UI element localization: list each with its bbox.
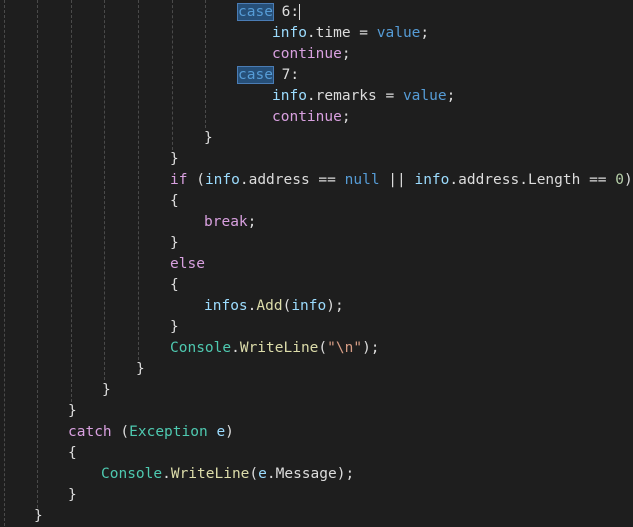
code-token: . <box>231 340 240 356</box>
code-token: continue <box>272 109 342 125</box>
code-token: info <box>272 88 307 104</box>
code-token: else <box>170 256 205 272</box>
code-token: } <box>68 403 77 419</box>
code-token: ( <box>111 424 130 440</box>
code-token: ); <box>362 340 380 356</box>
code-line[interactable]: Console.WriteLine(e.Message); <box>0 464 633 485</box>
code-token: { <box>68 445 77 461</box>
code-editor[interactable]: case 6: info.time = value; continue; case 7… <box>0 0 633 526</box>
code-token: ) <box>624 172 633 188</box>
code-line[interactable]: { <box>0 443 633 464</box>
code-line[interactable]: case 7: <box>0 65 633 86</box>
code-token: } <box>102 382 111 398</box>
code-token: ( <box>318 340 328 356</box>
code-line[interactable]: } <box>0 233 633 254</box>
code-line[interactable]: continue; <box>0 107 633 128</box>
code-token: .time = <box>306 25 377 41</box>
code-token: continue <box>272 46 342 62</box>
code-token: 0 <box>615 172 624 188</box>
code-token: } <box>170 319 179 335</box>
code-line[interactable]: } <box>0 128 633 149</box>
code-token: WriteLine <box>239 340 319 356</box>
code-line[interactable]: if (info.address == null || info.address… <box>0 170 633 191</box>
text-caret <box>299 4 301 20</box>
code-line[interactable]: } <box>0 149 633 170</box>
code-token: } <box>170 151 179 167</box>
code-token: info <box>272 25 307 41</box>
code-line[interactable]: catch (Exception e) <box>0 422 633 443</box>
code-token: Console <box>101 466 163 482</box>
code-token: ( <box>187 172 205 188</box>
code-line[interactable]: } <box>0 359 633 380</box>
code-token: .Message); <box>266 466 355 482</box>
code-token: case <box>237 66 274 84</box>
code-line[interactable]: { <box>0 191 633 212</box>
code-token: catch <box>68 424 112 440</box>
code-token: { <box>170 193 179 209</box>
code-token: ; <box>341 109 351 125</box>
code-token: e <box>258 466 267 482</box>
code-line[interactable]: else <box>0 254 633 275</box>
code-token: null <box>344 172 380 188</box>
code-line[interactable]: break; <box>0 212 633 233</box>
code-token: . <box>162 466 171 482</box>
code-token: } <box>136 361 145 377</box>
code-token: Console <box>170 340 232 356</box>
code-token: ( <box>249 466 259 482</box>
code-line[interactable]: continue; <box>0 44 633 65</box>
code-line[interactable]: } <box>0 506 633 527</box>
code-token: e <box>216 424 226 440</box>
code-token: WriteLine <box>170 466 250 482</box>
code-token: .address.Length == <box>449 172 616 188</box>
code-line[interactable]: info.remarks = value; <box>0 86 633 107</box>
code-line[interactable]: { <box>0 275 633 296</box>
code-token: 7: <box>272 67 300 83</box>
code-token: .remarks = <box>306 88 403 104</box>
code-line[interactable]: info.time = value; <box>0 23 633 44</box>
code-line[interactable]: Console.WriteLine("\n"); <box>0 338 633 359</box>
code-token: } <box>68 487 77 503</box>
code-token: value <box>376 25 421 41</box>
code-token: "\n" <box>327 340 363 356</box>
code-token: info <box>204 172 240 188</box>
code-line[interactable]: } <box>0 401 633 422</box>
code-token: .address == <box>239 172 345 188</box>
code-token: } <box>204 130 213 146</box>
code-line[interactable]: } <box>0 485 633 506</box>
code-token: Add <box>256 298 283 314</box>
code-token: infos <box>204 298 248 314</box>
code-token: { <box>170 277 179 293</box>
code-token: if <box>170 172 188 188</box>
code-token: ; <box>247 214 257 230</box>
code-token: value <box>402 88 447 104</box>
code-token: ; <box>341 46 351 62</box>
code-token: ) <box>225 424 234 440</box>
code-token: || <box>379 172 415 188</box>
code-token: } <box>34 508 43 524</box>
code-token: info <box>291 298 327 314</box>
code-token: 6: <box>272 4 300 20</box>
code-token: ; <box>446 88 456 104</box>
code-token: ; <box>420 25 430 41</box>
code-token: ); <box>326 298 344 314</box>
code-line[interactable]: infos.Add(info); <box>0 296 633 317</box>
code-line[interactable]: } <box>0 317 633 338</box>
code-line[interactable]: case 6: <box>0 2 633 23</box>
code-token: } <box>170 235 179 251</box>
code-token: info <box>414 172 450 188</box>
code-token: Exception <box>129 424 208 440</box>
code-token: break <box>204 214 248 230</box>
code-token: case <box>237 3 274 21</box>
code-line[interactable]: } <box>0 380 633 401</box>
